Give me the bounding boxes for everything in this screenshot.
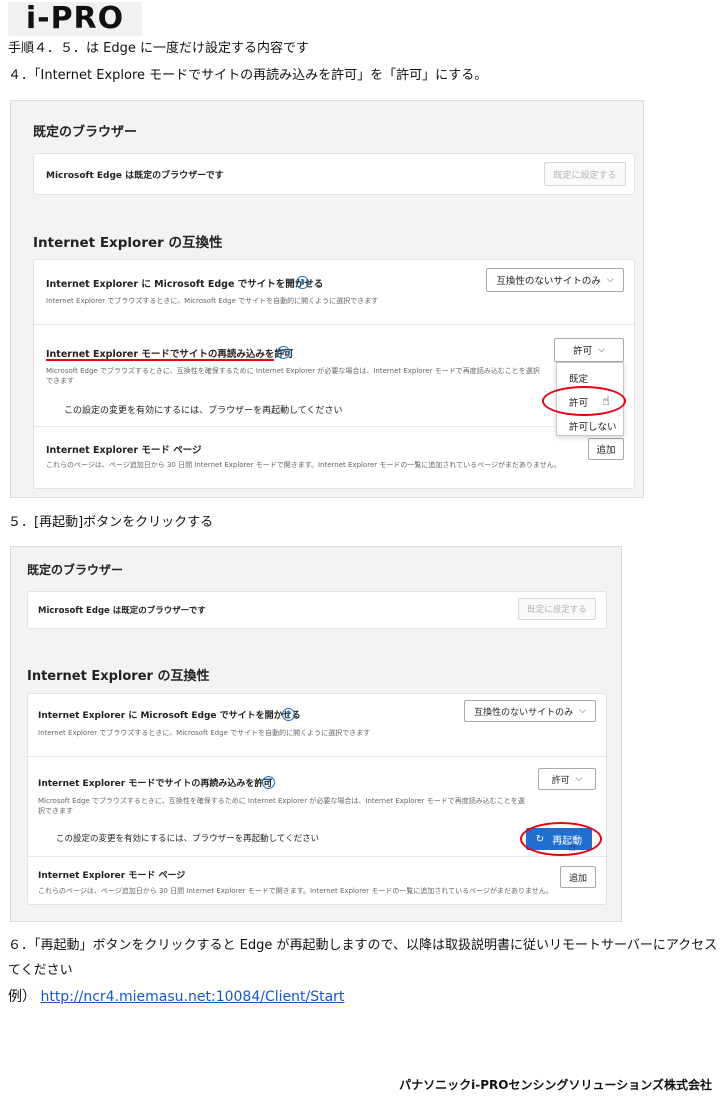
default-browser-title: 既定のブラウザー — [27, 563, 124, 577]
set-default-button[interactable]: 既定に設定する — [518, 598, 596, 620]
open-in-edge-desc: Internet Explorer でブラウズするときに、Microsoft E… — [46, 297, 379, 305]
help-icon[interactable]: ? — [277, 346, 290, 359]
restart-notice: この設定の変更を有効にするには、ブラウザーを再起動してください — [56, 834, 320, 844]
open-in-edge-select[interactable]: 互換性のないサイトのみ ⌵ — [486, 268, 624, 292]
chevron-down-icon: ⌵ — [606, 275, 614, 285]
help-icon[interactable]: ? — [282, 708, 295, 721]
ie-pages-title: Internet Explorer モード ページ — [38, 871, 186, 881]
help-icon[interactable]: ? — [296, 276, 309, 289]
reload-desc: Microsoft Edge でブラウズするときに、互換性を確保するために In… — [38, 797, 525, 815]
divider — [28, 856, 606, 857]
open-in-edge-title: Internet Explorer に Microsoft Edge でサイトを… — [46, 279, 324, 290]
step5-text: ５．[再起動]ボタンをクリックする — [8, 515, 214, 530]
logo-text: i-PRO — [25, 1, 125, 36]
dropdown-option-default[interactable]: 既定 — [557, 371, 623, 385]
cursor-hand-icon: ☝ — [602, 394, 610, 409]
help-icon[interactable]: ? — [262, 776, 275, 789]
example-label: 例） http://ncr4.miemasu.net:10084/Client/… — [8, 988, 344, 1006]
step4-text: ４．「Internet Explore モードでサイトの再読み込みを許可」を「許… — [8, 68, 488, 83]
ie-pages-desc: これらのページは、ページ追加日から 30 日間 Internet Explore… — [38, 887, 553, 895]
open-in-edge-title: Internet Explorer に Microsoft Edge でサイトを… — [38, 711, 301, 721]
reload-select[interactable]: 許可 ⌵ — [554, 338, 624, 362]
add-button[interactable]: 追加 — [560, 866, 596, 888]
ie-pages-title: Internet Explorer モード ページ — [46, 445, 202, 456]
ie-compat-panel: Internet Explorer に Microsoft Edge でサイトを… — [33, 259, 635, 489]
divider — [34, 324, 634, 325]
example-url-link[interactable]: http://ncr4.miemasu.net:10084/Client/Sta… — [40, 989, 344, 1005]
chevron-down-icon: ⌵ — [579, 706, 586, 716]
restart-notice: この設定の変更を有効にするには、ブラウザーを再起動してください — [64, 406, 343, 416]
default-browser-panel: Microsoft Edge は既定のブラウザーです 既定に設定する — [33, 153, 635, 195]
dropdown-option-deny[interactable]: 許可しない — [557, 419, 623, 433]
underline-annotation — [46, 359, 274, 361]
reload-desc: Microsoft Edge でブラウズするときに、互換性を確保するために In… — [46, 367, 540, 385]
divider — [28, 756, 606, 757]
intro-text: 手順４．５．は Edge に一度だけ設定する内容です — [8, 41, 309, 56]
reload-select[interactable]: 許可 ⌵ — [538, 768, 596, 790]
step6-text-line1: ６．「再起動」ボタンをクリックすると Edge が再起動しますので、以降は取扱説… — [8, 938, 720, 953]
ie-compat-title: Internet Explorer の互換性 — [33, 235, 223, 251]
reload-title: Internet Explorer モードでサイトの再読み込みを許可 — [38, 779, 273, 789]
reload-title: Internet Explorer モードでサイトの再読み込みを許可 — [46, 349, 294, 360]
highlight-annotation — [520, 822, 602, 856]
step6-text-line2: てください — [8, 963, 73, 978]
ie-pages-desc: これらのページは、ページ追加日から 30 日間 Internet Explore… — [46, 461, 561, 469]
ie-compat-panel: Internet Explorer に Microsoft Edge でサイトを… — [27, 693, 607, 905]
chevron-down-icon: ⌵ — [575, 774, 583, 784]
company-logo: i-PRO — [8, 2, 142, 36]
ie-compat-title: Internet Explorer の互換性 — [27, 669, 210, 684]
open-in-edge-value: 互換性のないサイトのみ — [496, 276, 601, 287]
open-in-edge-select[interactable]: 互換性のないサイトのみ ⌵ — [464, 700, 596, 722]
open-in-edge-value: 互換性のないサイトのみ — [474, 707, 574, 718]
reload-value: 許可 — [573, 346, 593, 357]
highlight-annotation — [542, 386, 626, 416]
set-default-button[interactable]: 既定に設定する — [544, 162, 626, 186]
chevron-down-icon: ⌵ — [598, 345, 605, 355]
footer-company: パナソニックi-PROセンシングソリューションズ株式会社 — [399, 1078, 712, 1092]
example-prefix: 例） — [8, 989, 36, 1005]
reload-value: 許可 — [551, 775, 570, 786]
settings-screenshot-2: 既定のブラウザー Microsoft Edge は既定のブラウザーです 既定に設… — [10, 546, 622, 922]
default-browser-panel: Microsoft Edge は既定のブラウザーです 既定に設定する — [27, 591, 607, 629]
divider — [34, 426, 554, 427]
settings-screenshot-1: 既定のブラウザー Microsoft Edge は既定のブラウザーです 既定に設… — [10, 100, 644, 498]
default-browser-text: Microsoft Edge は既定のブラウザーです — [38, 606, 206, 616]
default-browser-title: 既定のブラウザー — [33, 125, 138, 140]
open-in-edge-desc: Internet Explorer でブラウズするときに、Microsoft E… — [38, 729, 371, 737]
add-button[interactable]: 追加 — [588, 438, 624, 460]
default-browser-text: Microsoft Edge は既定のブラウザーです — [46, 171, 224, 181]
cursor-hand-icon: ☝ — [568, 840, 576, 855]
